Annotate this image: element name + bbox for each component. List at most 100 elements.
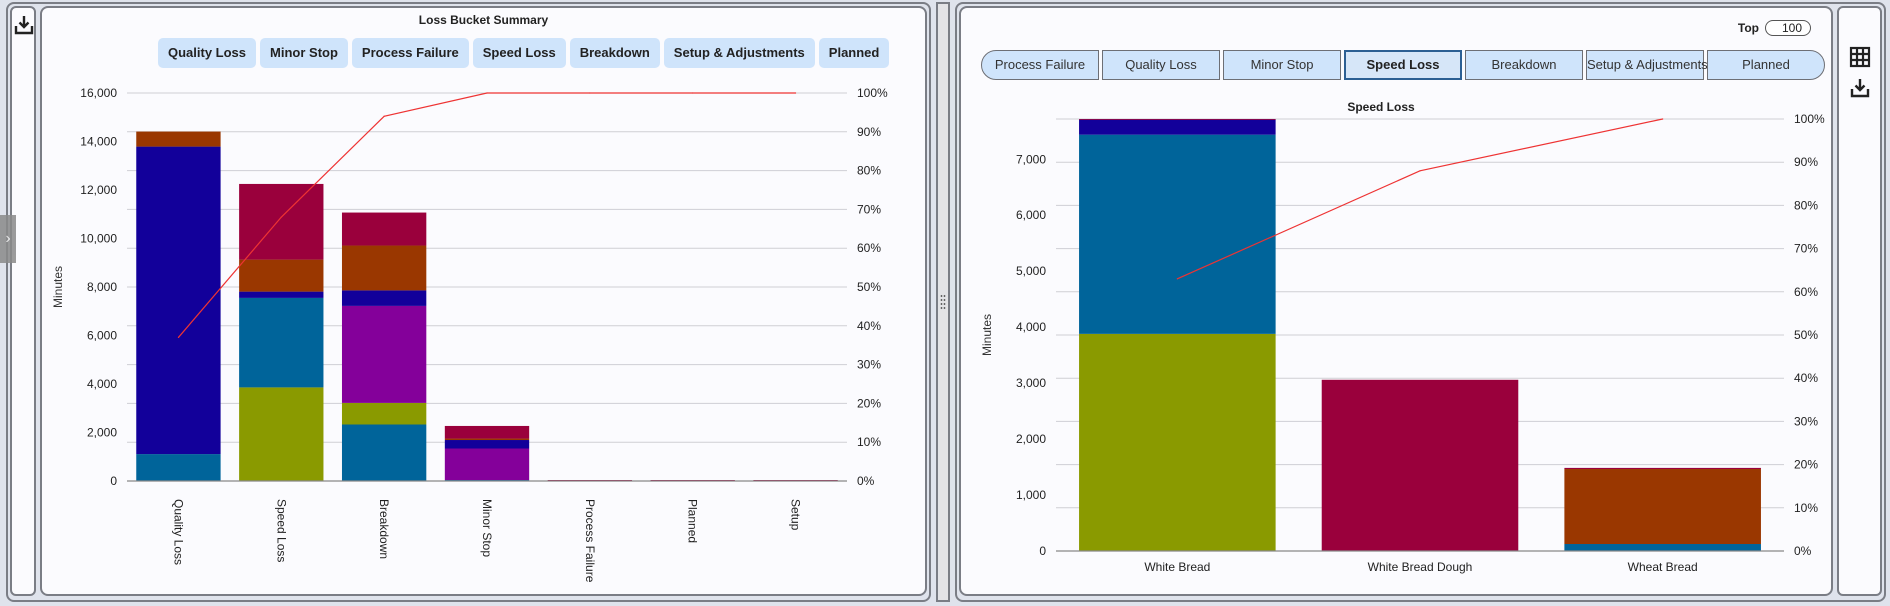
bar-segment-olive [341,402,427,425]
y-tick-label: 10,000 [80,232,117,246]
bar-segment-indigo [1079,119,1276,135]
y-tick-label: 0 [110,474,117,488]
loss-bucket-summary-container: Loss Bucket Summary Quality Loss Minor St… [6,2,931,602]
bar-segment-crimson [1321,379,1519,551]
y2-tick-label: 10% [857,435,881,449]
y-tick-label: 1,000 [1016,488,1046,502]
y-tick-label: 4,000 [87,377,117,391]
y-tick-label: 14,000 [80,135,117,149]
cumulative-percent-point [794,92,797,94]
y-axis-left: 0 2,000 4,000 6,000 8,000 10,000 12,000 14,000 1… [80,86,117,488]
y2-tick-label: 0% [1794,544,1812,558]
y-axis-label: Minutes [51,266,65,308]
bar-stack [1564,467,1761,551]
y2-tick-label: 60% [857,241,881,255]
bar-segment-teal [1564,544,1761,551]
bar-segment-olive [239,387,324,481]
speed-loss-detail-panel: Top 100 Process Failure Quality Loss Minor… [959,6,1833,596]
cumulative-percent-point [692,92,694,94]
x-tick-label: Wheat Bread [1628,560,1698,574]
y-axis-right: 0% 10% 20% 30% 40% 50% 60% 70% 80% 90% 100% [1794,112,1825,558]
y2-tick-label: 40% [1794,371,1818,385]
y-axis-left: 0 1,000 2,000 3,000 4,000 5,000 6,000 7,000 [1016,152,1046,558]
cumulative-percent-point [1176,278,1178,280]
bar-segment-teal-2 [239,297,324,388]
left-toolbar [10,6,36,596]
bar-stack [136,131,221,481]
y-axis-right: 0% 10% 20% 30% 40% 50% 60% 70% 80% 90% 100% [857,86,888,488]
loss-bucket-pareto-chart: 0 2,000 4,000 6,000 8,000 10,000 12,000 14,000 1… [51,86,888,583]
bar-segment-olive [1079,333,1276,551]
bar-segment-brown [1564,469,1761,545]
x-tick-label: Minor Stop [480,499,494,557]
y-tick-label: 2,000 [87,426,117,440]
right-toolbar [1837,6,1882,596]
drag-handle-icon [940,295,946,309]
x-tick-label: Speed Loss [274,499,288,562]
bar-segment-purple [341,305,427,403]
x-tick-label: White Bread Dough [1368,560,1473,574]
y-tick-label: 4,000 [1016,320,1046,334]
bar-segment-indigo [341,290,427,306]
download-icon[interactable] [1848,76,1872,100]
bar-stack [239,183,324,481]
x-tick-label: Planned [686,499,700,543]
y2-tick-label: 100% [1794,112,1825,126]
bar-stack [1079,119,1276,551]
speed-loss-detail-container: Top 100 Process Failure Quality Loss Minor… [955,2,1886,602]
y-tick-label: 0 [1039,544,1046,558]
expand-sidebar-button[interactable]: › [0,215,16,263]
chart-title: Speed Loss [1347,100,1415,114]
x-axis: White Bread White Bread Dough Wheat Bread [1144,560,1697,574]
gridlines [127,92,847,482]
y2-tick-label: 30% [857,358,881,372]
cumulative-percent-point [486,92,488,94]
bar-segment-crimson [1564,467,1761,470]
y2-tick-label: 50% [857,280,881,294]
y-axis-label: Minutes [980,314,994,356]
table-grid-icon[interactable] [1848,45,1872,69]
cumulative-percent-point [280,216,282,218]
bar-segment-crimson [1079,119,1276,120]
download-icon[interactable] [12,13,36,37]
y2-tick-label: 0% [857,474,875,488]
y2-tick-label: 80% [857,164,881,178]
y2-tick-label: 40% [857,319,881,333]
bar-segment-brown [341,245,427,291]
bar-segment-crimson [444,425,530,439]
cumulative-percent-point [589,92,591,94]
y2-tick-label: 60% [1794,285,1818,299]
y2-tick-label: 90% [1794,155,1818,169]
bar-stack [341,212,427,481]
y-tick-label: 7,000 [1016,152,1046,166]
bar-segment-indigo [444,440,530,449]
y-tick-label: 3,000 [1016,376,1046,390]
cumulative-percent-point [1419,170,1421,172]
bar-segment-crimson [341,212,427,246]
y2-tick-label: 10% [1794,501,1818,515]
cumulative-percent-point [177,336,180,339]
y-tick-label: 6,000 [1016,208,1046,222]
y2-tick-label: 30% [1794,414,1818,428]
y-tick-label: 16,000 [80,86,117,100]
panel-splitter[interactable] [936,2,950,602]
y2-tick-label: 80% [1794,198,1818,212]
x-tick-label: Quality Loss [171,499,185,565]
bar-segment-brown [444,438,530,441]
cumulative-percent-point [1662,118,1664,120]
bar-segment-teal [136,454,221,481]
bar-segment-indigo [136,146,221,455]
bar-segment-teal [1079,134,1276,334]
bar-stack [1321,379,1519,551]
bar-segment-indigo [239,291,324,298]
x-tick-label: White Bread [1144,560,1210,574]
y2-tick-label: 20% [1794,458,1818,472]
speed-loss-pareto-chart: Speed Loss 0 1,000 2,000 3,000 4,000 5,000 6,00… [980,100,1825,574]
loss-bucket-summary-panel: Loss Bucket Summary Quality Loss Minor St… [40,6,927,596]
x-axis: Quality Loss Speed Loss Breakdown Minor Sto… [171,499,802,583]
y-tick-label: 2,000 [1016,432,1046,446]
y2-tick-label: 100% [857,86,888,100]
x-tick-label: Setup [789,499,803,531]
bar-segment-brown [239,259,324,292]
bar-stack [444,425,530,481]
